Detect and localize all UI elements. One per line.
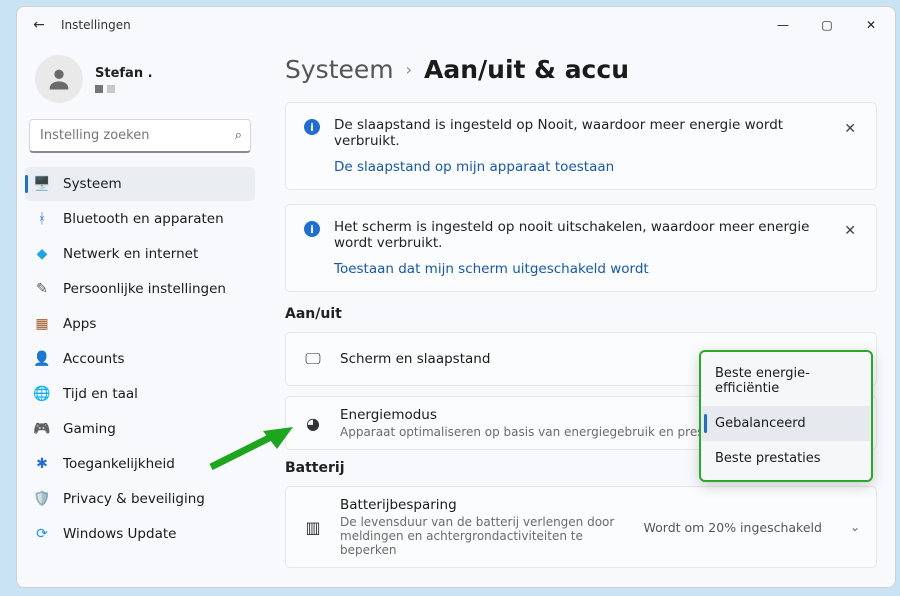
sidebar-item-label: Systeem — [63, 176, 122, 192]
sidebar-item-label: Windows Update — [63, 526, 176, 542]
info-icon: i — [304, 119, 320, 135]
sidebar-item-label: Privacy & beveiliging — [63, 491, 205, 507]
window-title: Instellingen — [61, 18, 131, 32]
maximize-button[interactable]: ▢ — [805, 10, 849, 40]
info-icon: i — [304, 221, 320, 237]
sidebar-item-icon: 👤 — [33, 350, 51, 368]
sidebar: Stefan . ⌕ 🖥️ Systeem ᚼ Bluetooth en appara… — [17, 43, 263, 587]
sidebar-item-label: Gaming — [63, 421, 116, 437]
dropdown-option[interactable]: Beste energie-efficiëntie — [701, 356, 871, 406]
sidebar-item-icon: 🎮 — [33, 420, 51, 438]
sidebar-item-label: Tijd en taal — [63, 386, 138, 402]
sidebar-item-systeem[interactable]: 🖥️ Systeem — [25, 167, 255, 201]
close-icon[interactable]: ✕ — [838, 117, 862, 141]
user-subtext — [95, 85, 153, 93]
search-box[interactable]: ⌕ — [29, 119, 251, 153]
sidebar-item-label: Apps — [63, 316, 96, 332]
breadcrumb: Systeem › Aan/uit & accu — [285, 55, 877, 84]
sidebar-item-label: Bluetooth en apparaten — [63, 211, 224, 227]
row-title: Batterijbesparing — [340, 497, 628, 513]
chevron-right-icon: › — [406, 60, 412, 79]
sidebar-item-label: Netwerk en internet — [63, 246, 198, 262]
breadcrumb-parent[interactable]: Systeem — [285, 55, 394, 84]
sidebar-item-bluetooth-en-apparaten[interactable]: ᚼ Bluetooth en apparaten — [25, 202, 255, 236]
energy-mode-dropdown[interactable]: Beste energie-efficiëntieGebalanceerdBes… — [699, 350, 873, 482]
search-input[interactable] — [40, 128, 235, 143]
sidebar-item-icon: 🛡️ — [33, 490, 51, 508]
page-title: Aan/uit & accu — [424, 55, 629, 84]
gauge-icon: ◕ — [302, 414, 324, 433]
user-profile[interactable]: Stefan . — [25, 49, 255, 113]
avatar — [35, 55, 83, 103]
sidebar-item-icon: ✎ — [33, 280, 51, 298]
sidebar-nav: 🖥️ Systeem ᚼ Bluetooth en apparaten ◆ Netwerk… — [25, 167, 255, 551]
battery-icon: ▥ — [302, 518, 324, 537]
sidebar-item-tijd-en-taal[interactable]: 🌐 Tijd en taal — [25, 377, 255, 411]
sidebar-item-privacy-beveiliging[interactable]: 🛡️ Privacy & beveiliging — [25, 482, 255, 516]
notice-link[interactable]: De slaapstand op mijn apparaat toestaan — [334, 159, 824, 175]
sidebar-item-icon: 🌐 — [33, 385, 51, 403]
window-controls: — ▢ ✕ — [761, 10, 893, 40]
section-title-power: Aan/uit — [285, 306, 877, 322]
row-value: Wordt om 20% ingeschakeld — [644, 520, 822, 535]
sidebar-item-accounts[interactable]: 👤 Accounts — [25, 342, 255, 376]
sidebar-item-icon: ᚼ — [33, 210, 51, 228]
user-name: Stefan . — [95, 66, 153, 81]
dropdown-option[interactable]: Beste prestaties — [701, 441, 871, 476]
sidebar-item-icon: ◆ — [33, 245, 51, 263]
dropdown-option[interactable]: Gebalanceerd — [701, 406, 871, 441]
sidebar-item-icon: ▦ — [33, 315, 51, 333]
minimize-button[interactable]: — — [761, 10, 805, 40]
notice-sleep: i De slaapstand is ingesteld op Nooit, w… — [285, 102, 877, 190]
sidebar-item-windows-update[interactable]: ⟳ Windows Update — [25, 517, 255, 551]
main-content: Systeem › Aan/uit & accu i De slaapstand… — [263, 43, 895, 587]
annotation-arrow — [205, 425, 293, 473]
close-window-button[interactable]: ✕ — [849, 10, 893, 40]
close-icon[interactable]: ✕ — [838, 219, 862, 243]
row-battery-saver[interactable]: ▥ Batterijbesparing De levensduur van de… — [285, 486, 877, 568]
sidebar-item-label: Accounts — [63, 351, 125, 367]
notice-text: Het scherm is ingesteld op nooit uitscha… — [334, 219, 824, 251]
search-icon: ⌕ — [235, 128, 242, 143]
sidebar-item-icon: ⟳ — [33, 525, 51, 543]
titlebar: ← Instellingen — ▢ ✕ — [17, 7, 895, 43]
settings-window: ← Instellingen — ▢ ✕ Stefan . ⌕ — [16, 6, 896, 588]
back-button[interactable]: ← — [25, 17, 53, 33]
sidebar-item-icon: ✱ — [33, 455, 51, 473]
monitor-icon: 🖵 — [302, 349, 324, 369]
sidebar-item-netwerk-en-internet[interactable]: ◆ Netwerk en internet — [25, 237, 255, 271]
notice-screen: i Het scherm is ingesteld op nooit uitsc… — [285, 204, 877, 292]
sidebar-item-apps[interactable]: ▦ Apps — [25, 307, 255, 341]
sidebar-item-label: Persoonlijke instellingen — [63, 281, 226, 297]
row-subtitle: De levensduur van de batterij verlengen … — [340, 515, 628, 557]
sidebar-item-label: Toegankelijkheid — [63, 456, 175, 472]
chevron-down-icon: ⌄ — [850, 520, 860, 534]
sidebar-item-persoonlijke-instellingen[interactable]: ✎ Persoonlijke instellingen — [25, 272, 255, 306]
sidebar-item-icon: 🖥️ — [33, 175, 51, 193]
notice-text: De slaapstand is ingesteld op Nooit, waa… — [334, 117, 824, 149]
notice-link[interactable]: Toestaan dat mijn scherm uitgeschakeld w… — [334, 261, 824, 277]
